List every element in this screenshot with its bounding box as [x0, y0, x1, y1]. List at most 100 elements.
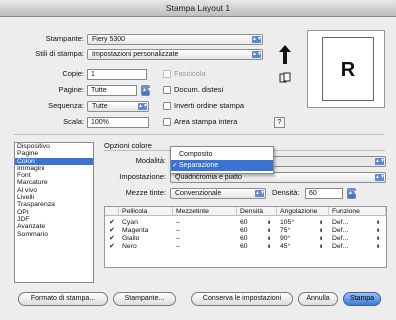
cell-stepper-icon[interactable]: ⬍ — [319, 243, 323, 251]
table-cell-mezzetinte[interactable]: – — [173, 235, 180, 243]
docum-distesi-label: Docum. distesi — [174, 85, 224, 94]
stili-label: Stili di stampa: — [35, 49, 84, 58]
area-stampa-label: Area stampa intera — [174, 117, 238, 126]
menu-item-composito[interactable]: Composito — [171, 149, 273, 160]
table-cell-mezzetinte[interactable]: – — [173, 227, 180, 235]
mezze-tinte-label: Mezze tinte: — [125, 188, 166, 197]
table-cell-densita[interactable]: 60 — [237, 227, 248, 235]
sidebar-item[interactable]: Trasparenza — [15, 201, 93, 208]
inverti-label: Inverti ordine stampa — [174, 101, 245, 110]
table-cell-angolazione[interactable]: 90° — [277, 235, 290, 243]
chevron-updown-icon: ▲▼ — [252, 36, 262, 43]
preview-page: R — [322, 37, 374, 101]
modalita-dropdown-menu: Composito ✓ Separazione — [170, 146, 274, 174]
page-orientation-arrow-icon — [279, 45, 291, 64]
window-title: Stampa Layout 1 — [0, 0, 396, 17]
stili-select[interactable]: Impostazioni personalizzate ▲▼ — [87, 49, 263, 60]
sidebar-item[interactable]: Marcature — [15, 179, 93, 186]
cell-stepper-icon[interactable]: ⬍ — [267, 243, 271, 251]
stampante-button[interactable]: Stampante... — [113, 292, 176, 306]
sidebar-item[interactable]: Sommario — [15, 231, 93, 238]
table-header-mezzetinte[interactable]: Mezzetinte — [173, 207, 237, 216]
pagine-label: Pagine: — [58, 85, 84, 94]
settings-category-list[interactable]: Dispositivo Pagine Colori Immagini Font Marca… — [14, 142, 94, 283]
row-print-checkbox[interactable]: ✔ — [109, 235, 116, 242]
flip-page-icon[interactable] — [279, 72, 291, 84]
chevron-updown-icon: ▲▼ — [375, 174, 385, 181]
sidebar-item[interactable]: Immagini — [15, 165, 93, 172]
sidebar-item[interactable]: Dispositivo — [15, 143, 93, 150]
table-header-funzione[interactable]: Funzione — [329, 207, 386, 216]
table-cell-pellicola: Giallo — [122, 235, 140, 242]
modalita-label: Modalità: — [135, 156, 166, 165]
table-header-check — [105, 207, 119, 216]
inverti-checkbox[interactable] — [163, 102, 171, 110]
table-cell-mezzetinte[interactable]: – — [173, 219, 180, 227]
fascicola-checkbox[interactable] — [163, 70, 171, 78]
cell-stepper-icon[interactable]: ⬍ — [267, 227, 271, 235]
chevron-updown-icon: ▲▼ — [255, 190, 265, 197]
formato-di-stampa-button[interactable]: Formato di stampa... — [18, 292, 108, 306]
help-button[interactable]: ? — [274, 117, 285, 128]
scala-label: Scala: — [63, 117, 84, 126]
chevron-updown-icon: ▲▼ — [252, 51, 262, 58]
table-header-pellicola[interactable]: Pellicola — [119, 207, 173, 216]
sidebar-item[interactable]: Colori — [15, 157, 93, 165]
sidebar-item[interactable]: Al vivo — [15, 187, 93, 194]
sidebar-item[interactable]: JDF — [15, 216, 93, 223]
table-cell-pellicola: Cyan — [122, 219, 138, 226]
table-cell-funzione[interactable]: Def... — [329, 235, 348, 243]
print-dialog: Stampa Layout 1 Stampante: Fiery 5300 ▲▼ … — [0, 0, 396, 320]
cell-stepper-icon[interactable]: ⬍ — [267, 235, 271, 243]
row-print-checkbox[interactable]: ✔ — [109, 219, 116, 226]
pagine-field[interactable]: Tutte — [87, 85, 137, 96]
densita-menu-button[interactable]: ▲▼ — [347, 188, 358, 199]
menu-item-separazione[interactable]: ✓ Separazione — [171, 160, 273, 171]
table-cell-funzione[interactable]: Def... — [329, 227, 348, 235]
sequenza-select[interactable]: Tutte ▲▼ — [87, 101, 149, 112]
densita-field[interactable]: 60 — [305, 188, 343, 199]
cell-stepper-icon[interactable]: ⬍ — [376, 243, 380, 251]
row-print-checkbox[interactable]: ✔ — [109, 243, 116, 250]
impostazione-label: Impostazione: — [119, 172, 166, 181]
docum-distesi-checkbox[interactable] — [163, 86, 171, 94]
table-cell-densita[interactable]: 60 — [237, 219, 248, 227]
sidebar-item[interactable]: Avanzate — [15, 223, 93, 230]
annulla-button[interactable]: Annulla — [298, 292, 338, 306]
sidebar-item[interactable]: OPI — [15, 209, 93, 216]
table-cell-funzione[interactable]: Def... — [329, 219, 348, 227]
pagine-menu-button[interactable]: ▲▼ — [141, 85, 152, 96]
table-cell-funzione[interactable]: Def... — [329, 243, 348, 251]
cell-stepper-icon[interactable]: ⬍ — [376, 235, 380, 243]
row-print-checkbox[interactable]: ✔ — [109, 227, 116, 234]
sidebar-item[interactable]: Livelli — [15, 194, 93, 201]
copie-label: Copie: — [62, 69, 84, 78]
area-stampa-checkbox[interactable] — [163, 118, 171, 126]
table-header-densita[interactable]: Densità — [237, 207, 277, 216]
cell-stepper-icon[interactable]: ⬍ — [267, 219, 271, 227]
table-cell-angolazione[interactable]: 105° — [277, 219, 294, 227]
table-cell-densita[interactable]: 60 — [237, 235, 248, 243]
scala-field[interactable]: 100% — [87, 117, 149, 128]
sidebar-item[interactable]: Font — [15, 172, 93, 179]
table-cell-densita[interactable]: 60 — [237, 243, 248, 251]
copie-field[interactable]: 1 — [87, 69, 147, 80]
sequenza-label: Sequenza: — [48, 101, 84, 110]
table-cell-angolazione[interactable]: 45° — [277, 243, 290, 251]
separation-table: Pellicola Mezzetinte Densità Angolazione Fun… — [104, 206, 387, 268]
conserva-impostazioni-button[interactable]: Conserva le impostazioni — [191, 292, 293, 306]
mezze-tinte-select[interactable]: Convenzionale ▲▼ — [170, 188, 266, 199]
stampante-select[interactable]: Fiery 5300 ▲▼ — [87, 34, 263, 45]
table-cell-angolazione[interactable]: 75° — [277, 227, 290, 235]
cell-stepper-icon[interactable]: ⬍ — [376, 227, 380, 235]
cell-stepper-icon[interactable]: ⬍ — [319, 219, 323, 227]
cell-stepper-icon[interactable]: ⬍ — [319, 235, 323, 243]
chevron-updown-icon: ▲▼ — [138, 103, 148, 110]
cell-stepper-icon[interactable]: ⬍ — [319, 227, 323, 235]
sidebar-item[interactable]: Pagine — [15, 150, 93, 157]
page-preview: R — [307, 30, 385, 108]
cell-stepper-icon[interactable]: ⬍ — [376, 219, 380, 227]
table-header-angolazione[interactable]: Angolazione — [277, 207, 329, 216]
table-cell-mezzetinte[interactable]: – — [173, 243, 180, 251]
stampa-button[interactable]: Stampa — [343, 292, 381, 306]
